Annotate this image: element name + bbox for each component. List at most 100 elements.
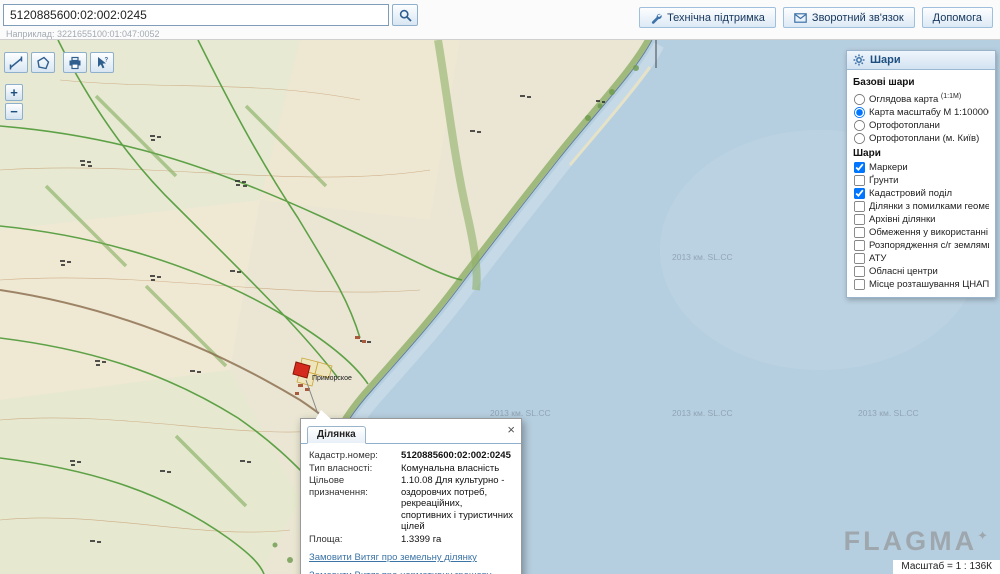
layer-option-0[interactable]: Маркери	[853, 161, 989, 174]
base-layer-option-2[interactable]: Ортофотоплани	[853, 119, 989, 132]
header-buttons: Технічна підтримка Зворотний зв'язок Доп…	[639, 7, 993, 28]
cadastral-search-input[interactable]	[3, 4, 389, 26]
popup-field-3: Площа:1.3399 га	[309, 534, 513, 546]
field-label: Кадастр.номер:	[309, 450, 401, 462]
layer-checkbox[interactable]	[854, 279, 865, 290]
layers-panel: Шари Базові шари Оглядова карта (1:1М)Ка…	[846, 50, 996, 298]
popup-body: Кадастр.номер:5120885600:02:002:0245Тип …	[301, 444, 521, 574]
layer-label: Архівні ділянки	[869, 214, 935, 225]
layer-checkbox[interactable]	[854, 227, 865, 238]
layer-label: Розпорядження с/г землями	[869, 240, 989, 251]
identify-icon: ?	[95, 56, 109, 70]
base-layer-radio[interactable]	[854, 107, 865, 118]
top-bar: Наприклад: 3221655100:01:047:0052 Техніч…	[0, 0, 1000, 40]
layers-panel-header[interactable]: Шари	[847, 51, 995, 70]
layer-checkbox[interactable]	[854, 162, 865, 173]
feedback-button[interactable]: Зворотний зв'язок	[783, 7, 915, 28]
popup-links: Замовити Витяг про земельну ділянку Замов…	[309, 552, 513, 574]
gear-icon	[853, 54, 865, 66]
layer-option-3[interactable]: Ділянки з помилками геометрії	[853, 200, 989, 213]
print-button[interactable]	[63, 52, 87, 73]
layer-checkbox[interactable]	[854, 240, 865, 251]
layer-checkbox[interactable]	[854, 214, 865, 225]
map-canvas[interactable]: Приморское	[0, 40, 1000, 574]
measure-area-icon	[36, 56, 50, 70]
base-layer-radio[interactable]	[854, 94, 865, 105]
tab-parcel[interactable]: Ділянка	[307, 426, 366, 444]
field-value: 5120885600:02:002:0245	[401, 450, 513, 462]
search-example-hint: Наприклад: 3221655100:01:047:0052	[6, 29, 160, 39]
base-layer-option-0[interactable]: Оглядова карта (1:1М)	[853, 90, 989, 106]
envelope-icon	[794, 13, 807, 23]
print-icon	[68, 56, 82, 70]
tech-support-label: Технічна підтримка	[667, 12, 765, 24]
map-watermark: 2013 км. SL.CC	[672, 252, 733, 262]
base-layers-title: Базові шари	[853, 77, 989, 88]
layer-checkbox[interactable]	[854, 253, 865, 264]
identify-button[interactable]: ?	[90, 52, 114, 73]
measure-area-button[interactable]	[31, 52, 55, 73]
base-layer-option-1[interactable]: Карта масштабу М 1:100000	[853, 106, 989, 119]
base-layers-list: Оглядова карта (1:1М)Карта масштабу М 1:…	[853, 90, 989, 145]
scale-indicator: Масштаб = 1 : 136К	[893, 560, 1000, 574]
layer-label: Обласні центри	[869, 266, 938, 277]
layer-checkbox[interactable]	[854, 201, 865, 212]
field-value: Комунальна власність	[401, 463, 513, 475]
map-watermark: 2013 км. SL.CC	[672, 408, 733, 418]
popup-tab-bar: Ділянка ×	[301, 419, 521, 444]
measure-distance-icon	[9, 56, 23, 70]
layer-option-8[interactable]: Обласні центри	[853, 265, 989, 278]
wrench-icon	[650, 12, 662, 24]
svg-text:?: ?	[105, 57, 109, 63]
feedback-label: Зворотний зв'язок	[812, 12, 904, 24]
flagma-star-icon: ✦	[977, 528, 988, 543]
layers-panel-title: Шари	[870, 54, 901, 66]
layer-option-7[interactable]: АТУ	[853, 252, 989, 265]
zoom-in-button[interactable]: +	[5, 84, 23, 101]
layer-option-4[interactable]: Архівні ділянки	[853, 213, 989, 226]
layer-label: Маркери	[869, 162, 908, 173]
layer-label: АТУ	[869, 253, 886, 264]
field-label: Цільове призначення:	[309, 475, 401, 533]
base-layer-label: Ортофотоплани (м. Київ)	[869, 133, 979, 144]
layer-option-9[interactable]: Місце розташування ЦНАП	[853, 278, 989, 291]
popup-link-1[interactable]: Замовити Витяг про нормативну грошову оц…	[309, 570, 513, 574]
layer-checkbox[interactable]	[854, 175, 865, 186]
magnifier-icon	[399, 9, 412, 22]
popup-fields: Кадастр.номер:5120885600:02:002:0245Тип …	[309, 450, 513, 545]
base-layer-option-3[interactable]: Ортофотоплани (м. Київ)	[853, 132, 989, 145]
help-label: Допомога	[933, 12, 982, 24]
map-watermark: 2013 км. SL.CC	[858, 408, 919, 418]
layer-checkbox[interactable]	[854, 266, 865, 277]
layer-label: Місце розташування ЦНАП	[869, 279, 989, 290]
layer-option-6[interactable]: Розпорядження с/г землями	[853, 239, 989, 252]
base-layer-sup: (1:1М)	[941, 93, 961, 100]
help-button[interactable]: Допомога	[922, 7, 993, 28]
field-value: 1.3399 га	[401, 534, 513, 546]
popup-link-0[interactable]: Замовити Витяг про земельну ділянку	[309, 552, 513, 563]
base-layer-radio[interactable]	[854, 133, 865, 144]
layers-panel-body: Базові шари Оглядова карта (1:1М)Карта м…	[847, 70, 995, 297]
map-watermark: 2013 км. SL.CC	[490, 408, 551, 418]
zoom-out-button[interactable]: −	[5, 103, 23, 120]
layer-checkbox[interactable]	[854, 188, 865, 199]
close-icon[interactable]: ×	[507, 423, 515, 436]
layer-label: Ґрунти	[869, 175, 898, 186]
popup-field-2: Цільове призначення:1.10.08 Для культурн…	[309, 475, 513, 533]
base-layer-radio[interactable]	[854, 120, 865, 131]
layer-label: Ділянки з помилками геометрії	[869, 201, 989, 212]
tech-support-button[interactable]: Технічна підтримка	[639, 7, 776, 28]
field-label: Площа:	[309, 534, 401, 546]
measure-distance-button[interactable]	[4, 52, 28, 73]
field-label: Тип власності:	[309, 463, 401, 475]
layer-option-1[interactable]: Ґрунти	[853, 174, 989, 187]
layer-label: Обмеження у використанні земель	[869, 227, 989, 238]
layer-option-5[interactable]: Обмеження у використанні земель	[853, 226, 989, 239]
base-layer-label: Карта масштабу М 1:100000	[869, 107, 989, 118]
parcel-popup: Ділянка × Кадастр.номер:5120885600:02:00…	[300, 418, 522, 574]
base-layer-label: Оглядова карта	[869, 94, 941, 105]
cadastral-map-app: Наприклад: 3221655100:01:047:0052 Техніч…	[0, 0, 1000, 574]
search-button[interactable]	[392, 4, 418, 26]
layer-option-2[interactable]: Кадастровий поділ	[853, 187, 989, 200]
flagma-watermark: FLAGMA✦	[844, 526, 988, 557]
